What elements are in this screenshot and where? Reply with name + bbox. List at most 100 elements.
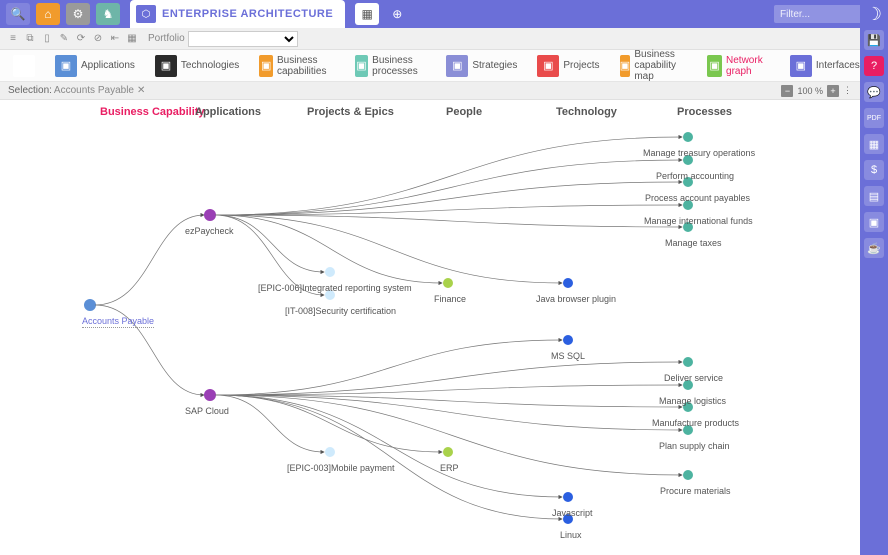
cost-icon[interactable]: $: [864, 160, 884, 180]
chat-icon[interactable]: 💬: [864, 82, 884, 102]
node-tech-java[interactable]: Java browser plugin: [536, 294, 616, 304]
category-label: Strategies: [472, 60, 517, 71]
paste-icon[interactable]: ▯: [40, 32, 54, 46]
category-icon: ▣: [707, 55, 722, 77]
node-project-p1[interactable]: [EPIC-006]Integrated reporting system: [258, 283, 412, 293]
selection-bar: Selection: Accounts Payable ✕ − 100 % + …: [0, 82, 860, 100]
selection-value: Accounts Payable: [54, 85, 134, 96]
category-label: Business processes: [372, 55, 426, 77]
category-label: Projects: [563, 60, 599, 71]
align-icon[interactable]: ⇤: [108, 32, 122, 46]
zoom-control: − 100 % + ⋮: [781, 85, 852, 97]
settings-icon[interactable]: ⚙: [66, 3, 90, 25]
active-tab[interactable]: ⬡ ENTERPRISE ARCHITECTURE: [130, 0, 345, 28]
node-project-p3[interactable]: [EPIC-003]Mobile payment: [287, 463, 395, 473]
node-root[interactable]: Accounts Payable: [82, 316, 154, 328]
column-header-projects: Projects & Epics: [307, 106, 394, 118]
node-app-ez[interactable]: ezPaycheck: [185, 226, 234, 236]
category-icon: ▣: [620, 55, 631, 77]
category-label: Interfaces: [816, 60, 860, 71]
column-header-bizcap: Business Capability: [100, 106, 205, 118]
selection-prefix: Selection:: [8, 85, 52, 96]
selection-clear-icon[interactable]: ✕: [137, 85, 145, 96]
category-icon: ▣: [259, 55, 273, 77]
category-technologies[interactable]: ▣ Technologies: [148, 52, 246, 80]
search-icon[interactable]: 🔍: [6, 3, 30, 25]
column-header-apps: Applications: [195, 106, 261, 118]
zoom-out-button[interactable]: −: [781, 85, 793, 97]
category-icon: ▣: [446, 55, 468, 77]
coffee-icon[interactable]: ☕: [864, 238, 884, 258]
category-icon: ▣: [790, 55, 812, 77]
toolbar: ≡ ⧉ ▯ ✎ ⟳ ⊘ ⇤ ▦ Portfolio: [0, 28, 860, 50]
zoom-menu-icon[interactable]: ⋮: [843, 85, 852, 96]
node-people-erp[interactable]: ERP: [440, 463, 459, 473]
column-header-tech: Technology: [556, 106, 617, 118]
clear-icon[interactable]: ⊘: [91, 32, 105, 46]
help-icon[interactable]: ?: [864, 56, 884, 76]
category-label: Network graph: [726, 55, 770, 77]
portfolio-label: Portfolio: [148, 33, 185, 44]
right-sidebar: ☽ 💾 ? 💬 PDF ▦ $ ▤ ▣ ☕: [860, 0, 888, 555]
top-bar: 🔍 ⌂ ⚙ ♞ ⬡ ENTERPRISE ARCHITECTURE ▦ ⊕: [0, 0, 888, 28]
zoom-in-button[interactable]: +: [827, 85, 839, 97]
new-tab-icon[interactable]: ▦: [355, 3, 379, 25]
grid-icon[interactable]: ▦: [125, 32, 139, 46]
node-process-pr7[interactable]: Manage logistics: [659, 396, 726, 406]
network-graph[interactable]: Business CapabilityApplications Projects …: [0, 100, 860, 555]
category-interfaces[interactable]: ▣ Interfaces: [783, 52, 867, 80]
calendar-icon[interactable]: ▤: [864, 186, 884, 206]
column-header-people: People: [446, 106, 482, 118]
node-tech-mssql[interactable]: MS SQL: [551, 351, 585, 361]
home-icon[interactable]: ⌂: [36, 3, 60, 25]
category-network-graph[interactable]: ▣Network graph: [700, 52, 777, 80]
pdf-export-icon[interactable]: PDF: [864, 108, 884, 128]
node-process-pr4[interactable]: Manage international funds: [644, 216, 753, 226]
node-process-pr9[interactable]: Plan supply chain: [659, 441, 730, 451]
node-project-p2[interactable]: [IT-008]Security certification: [285, 306, 396, 316]
category-projects[interactable]: ▣ Projects: [530, 52, 606, 80]
node-process-pr3[interactable]: Process account payables: [645, 193, 750, 203]
category-nav: ⌂▣Applications▣Technologies▣Business cap…: [0, 50, 860, 82]
node-process-pr5[interactable]: Manage taxes: [665, 238, 722, 248]
category-icon: ▣: [537, 55, 559, 77]
node-process-pr8[interactable]: Manufacture products: [652, 418, 739, 428]
add-tab-icon[interactable]: ⊕: [385, 3, 409, 25]
category-label: Business capability map: [634, 49, 687, 82]
column-header-processes: Processes: [677, 106, 732, 118]
category-label: Applications: [81, 60, 135, 71]
excel-export-icon[interactable]: ▦: [864, 134, 884, 154]
node-process-pr6[interactable]: Deliver service: [664, 373, 723, 383]
save-icon[interactable]: 💾: [864, 30, 884, 50]
copy-icon[interactable]: ⧉: [23, 32, 37, 46]
category-applications[interactable]: ▣ Applications: [48, 52, 142, 80]
zoom-value: 100 %: [797, 86, 823, 96]
node-tech-linux[interactable]: Linux: [560, 530, 582, 540]
category-icon: ▣: [55, 55, 77, 77]
category-home[interactable]: ⌂: [6, 52, 42, 80]
node-process-pr10[interactable]: Procure materials: [660, 486, 731, 496]
powerpoint-export-icon[interactable]: ▣: [864, 212, 884, 232]
moon-icon[interactable]: ☽: [864, 4, 884, 24]
category-icon: ▣: [155, 55, 177, 77]
node-app-sap[interactable]: SAP Cloud: [185, 406, 229, 416]
node-process-pr2[interactable]: Perform accounting: [656, 171, 734, 181]
category-label: Technologies: [181, 60, 239, 71]
portfolio-select[interactable]: [188, 31, 298, 47]
menu-icon[interactable]: ≡: [6, 32, 20, 46]
module-icon[interactable]: ♞: [96, 3, 120, 25]
category-strategies[interactable]: ▣ Strategies: [439, 52, 524, 80]
edit-icon[interactable]: ✎: [57, 32, 71, 46]
category-icon: ▣: [355, 55, 368, 77]
category-label: Business capabilities: [277, 55, 335, 77]
refresh-icon[interactable]: ⟳: [74, 32, 88, 46]
node-people-fin[interactable]: Finance: [434, 294, 466, 304]
node-tech-js[interactable]: Javascript: [552, 508, 593, 518]
node-process-pr1[interactable]: Manage treasury operations: [643, 148, 755, 158]
tab-app-icon: ⬡: [136, 5, 156, 23]
category-business-capabilities[interactable]: ▣Business capabilities: [252, 52, 341, 80]
category-business-capability-map[interactable]: ▣Business capability map: [613, 46, 695, 85]
category-business-processes[interactable]: ▣Business processes: [348, 52, 434, 80]
tab-title: ENTERPRISE ARCHITECTURE: [162, 8, 333, 20]
category-icon: ⌂: [13, 55, 35, 77]
